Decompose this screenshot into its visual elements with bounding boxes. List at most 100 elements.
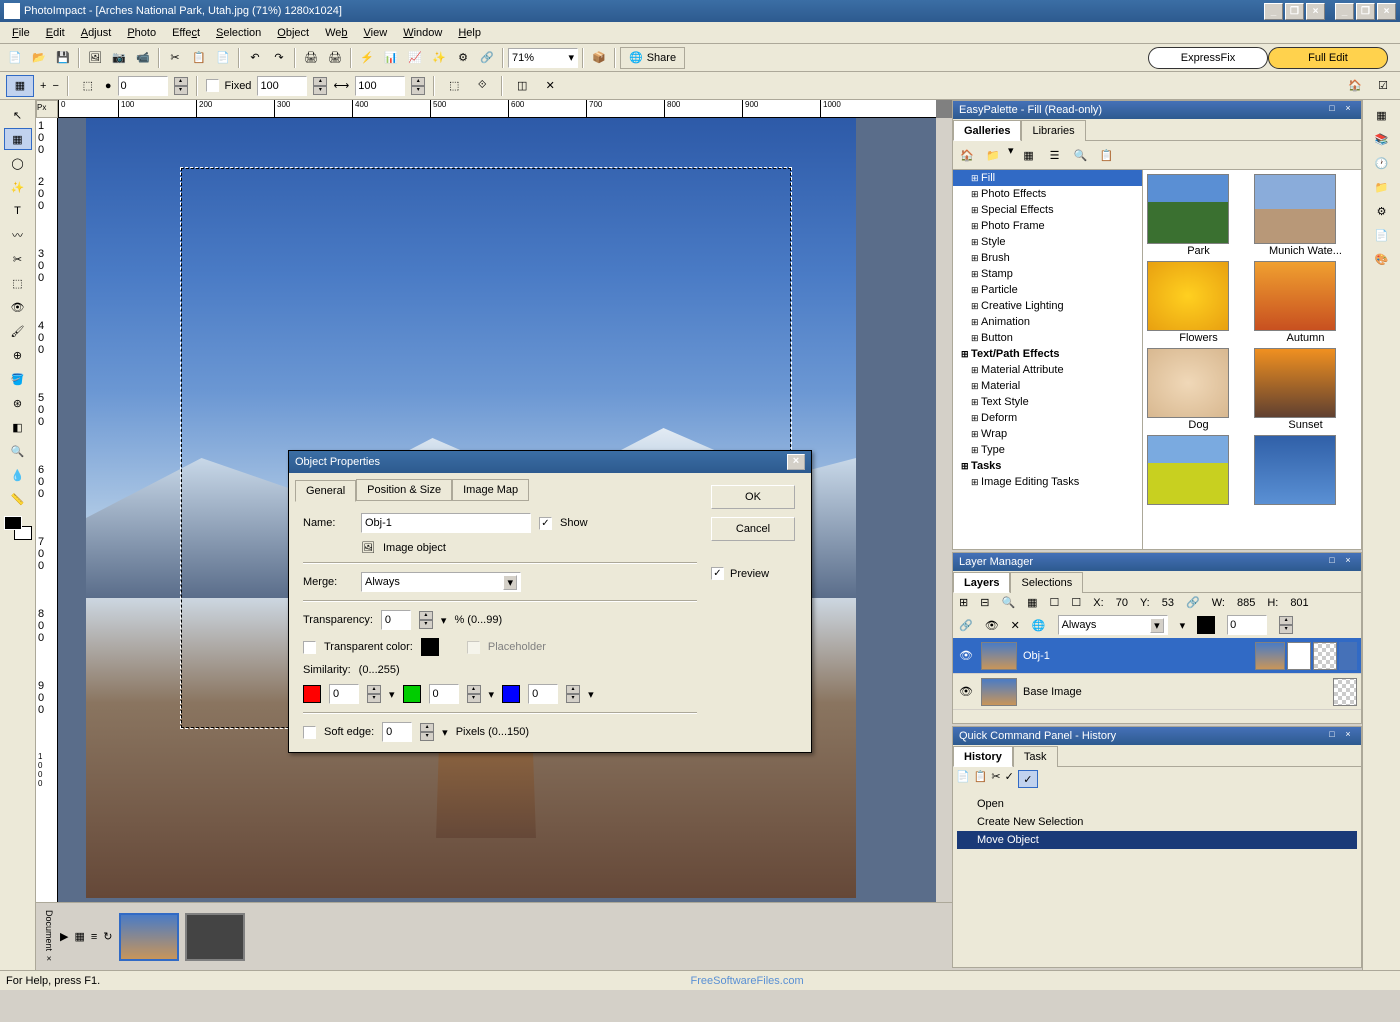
- fulledit-mode-button[interactable]: Full Edit: [1268, 47, 1388, 69]
- layer-base[interactable]: 👁 Base Image: [953, 674, 1361, 710]
- transparent-color-checkbox[interactable]: [303, 641, 316, 654]
- tree-textpath[interactable]: Text/Path Effects: [953, 346, 1142, 362]
- close-button[interactable]: ×: [1377, 3, 1396, 20]
- toggle-layers[interactable]: 📚: [1368, 128, 1396, 150]
- paste-button[interactable]: 📄: [212, 47, 234, 69]
- selection-shape-button[interactable]: ▦: [6, 75, 34, 97]
- lm-chain-icon[interactable]: 🔗: [959, 619, 973, 632]
- tree-material[interactable]: Material: [953, 378, 1142, 394]
- ep-copy-icon[interactable]: 📋: [1096, 144, 1118, 166]
- lm-globe-icon[interactable]: 🌐: [1032, 619, 1046, 632]
- thumb-autumn[interactable]: Autumn: [1254, 261, 1357, 344]
- softedge-input[interactable]: [382, 722, 412, 742]
- expressfix-mode-button[interactable]: ExpressFix: [1148, 47, 1268, 69]
- dialog-close-button[interactable]: ×: [787, 454, 805, 470]
- print-button[interactable]: 🖨: [300, 47, 322, 69]
- save-button[interactable]: 💾: [52, 47, 74, 69]
- menu-help[interactable]: Help: [450, 24, 489, 42]
- green-input[interactable]: [429, 684, 459, 704]
- play-icon[interactable]: ▶: [60, 930, 68, 943]
- gallery-tree[interactable]: Fill Photo Effects Special Effects Photo…: [953, 170, 1143, 549]
- panel-close-icon[interactable]: ×: [1341, 103, 1355, 117]
- fixed-checkbox[interactable]: [206, 79, 219, 92]
- zoom-selector[interactable]: 71%▾: [508, 48, 578, 68]
- stamp-tool[interactable]: ⊛: [4, 392, 32, 414]
- history-open[interactable]: Open: [957, 795, 1357, 813]
- tab-general[interactable]: General: [295, 480, 356, 502]
- hist-icon-b[interactable]: 📋: [974, 770, 988, 788]
- panel-toggle-b[interactable]: ☑: [1372, 75, 1394, 97]
- scrollbar-vertical[interactable]: [936, 118, 952, 922]
- opt-tool-d[interactable]: ✕: [539, 75, 561, 97]
- doc-thumb-2[interactable]: [185, 913, 245, 961]
- tree-brush[interactable]: Brush: [953, 250, 1142, 266]
- measure-tool[interactable]: 📏: [4, 488, 32, 510]
- menu-edit[interactable]: Edit: [38, 24, 73, 42]
- restore-child-button[interactable]: ❐: [1285, 3, 1304, 20]
- restore-button[interactable]: ❐: [1356, 3, 1375, 20]
- menu-window[interactable]: Window: [395, 24, 450, 42]
- lm-del-icon[interactable]: ✕: [1011, 619, 1020, 632]
- option-value-1[interactable]: [118, 76, 168, 96]
- merge-dropdown[interactable]: Always: [1058, 615, 1168, 635]
- toggle-color[interactable]: 🎨: [1368, 248, 1396, 270]
- history-create-selection[interactable]: Create New Selection: [957, 813, 1357, 831]
- tree-image-editing[interactable]: Image Editing Tasks: [953, 474, 1142, 490]
- copy-button[interactable]: 📋: [188, 47, 210, 69]
- wand-tool[interactable]: ✨: [4, 176, 32, 198]
- lm-icon-f[interactable]: ☐: [1071, 596, 1081, 609]
- tree-photo-frame[interactable]: Photo Frame: [953, 218, 1142, 234]
- preview-checkbox[interactable]: ✓: [711, 567, 724, 580]
- tree-text-style[interactable]: Text Style: [953, 394, 1142, 410]
- menu-photo[interactable]: Photo: [119, 24, 164, 42]
- ep-search-icon[interactable]: 🔍: [1070, 144, 1092, 166]
- opacity-input[interactable]: [1227, 615, 1267, 635]
- merge-dropdown[interactable]: Always: [361, 572, 521, 592]
- tree-photo-effects[interactable]: Photo Effects: [953, 186, 1142, 202]
- paint-tool[interactable]: 🖌: [4, 320, 32, 342]
- red-input[interactable]: [329, 684, 359, 704]
- marquee-tool[interactable]: ▦: [4, 128, 32, 150]
- tree-fill[interactable]: Fill: [953, 170, 1142, 186]
- erase-tool[interactable]: ◧: [4, 416, 32, 438]
- tab-libraries[interactable]: Libraries: [1021, 120, 1085, 141]
- menu-view[interactable]: View: [356, 24, 396, 42]
- lm-icon-d[interactable]: ▦: [1027, 596, 1037, 609]
- lm-icon-b[interactable]: ⊟: [980, 596, 989, 609]
- curves-button[interactable]: 📈: [404, 47, 426, 69]
- text-tool[interactable]: T: [4, 200, 32, 222]
- tree-special-effects[interactable]: Special Effects: [953, 202, 1142, 218]
- close-child-button[interactable]: ×: [1306, 3, 1325, 20]
- ep-list-icon[interactable]: ☰: [1044, 144, 1066, 166]
- scan-button[interactable]: 📷: [108, 47, 130, 69]
- tab-image-map[interactable]: Image Map: [452, 479, 529, 501]
- spin-up[interactable]: ▴: [174, 77, 188, 86]
- tree-stamp[interactable]: Stamp: [953, 266, 1142, 282]
- tab-selections[interactable]: Selections: [1010, 572, 1083, 593]
- menu-selection[interactable]: Selection: [208, 24, 269, 42]
- show-checkbox[interactable]: ✓: [539, 517, 552, 530]
- layer-obj1[interactable]: 👁 Obj-1: [953, 638, 1361, 674]
- lasso-tool[interactable]: ◯: [4, 152, 32, 174]
- fill-tool[interactable]: 🪣: [4, 368, 32, 390]
- toggle-browse[interactable]: 📁: [1368, 176, 1396, 198]
- path-tool[interactable]: 〰: [4, 224, 32, 246]
- transform-tool[interactable]: ⬚: [4, 272, 32, 294]
- new-button[interactable]: 📄: [4, 47, 26, 69]
- spin-down[interactable]: ▾: [174, 86, 188, 95]
- thumb-sunset[interactable]: Sunset: [1254, 348, 1357, 431]
- menu-file[interactable]: File: [4, 24, 38, 42]
- ok-button[interactable]: OK: [711, 485, 795, 509]
- blue-input[interactable]: [528, 684, 558, 704]
- lm-icon-c[interactable]: 🔍: [1001, 596, 1015, 609]
- panel-toggle-a[interactable]: 🏠: [1344, 75, 1366, 97]
- stitch-button[interactable]: 🔗: [476, 47, 498, 69]
- tree-tasks[interactable]: Tasks: [953, 458, 1142, 474]
- levels-button[interactable]: 📊: [380, 47, 402, 69]
- ep-folder-icon[interactable]: 📁: [982, 144, 1004, 166]
- tree-deform[interactable]: Deform: [953, 410, 1142, 426]
- zoom-tool[interactable]: 🔍: [4, 440, 32, 462]
- link-icon[interactable]: 🔗: [1186, 596, 1200, 609]
- fixed-width-input[interactable]: [257, 76, 307, 96]
- opt-tool-c[interactable]: ◫: [511, 75, 533, 97]
